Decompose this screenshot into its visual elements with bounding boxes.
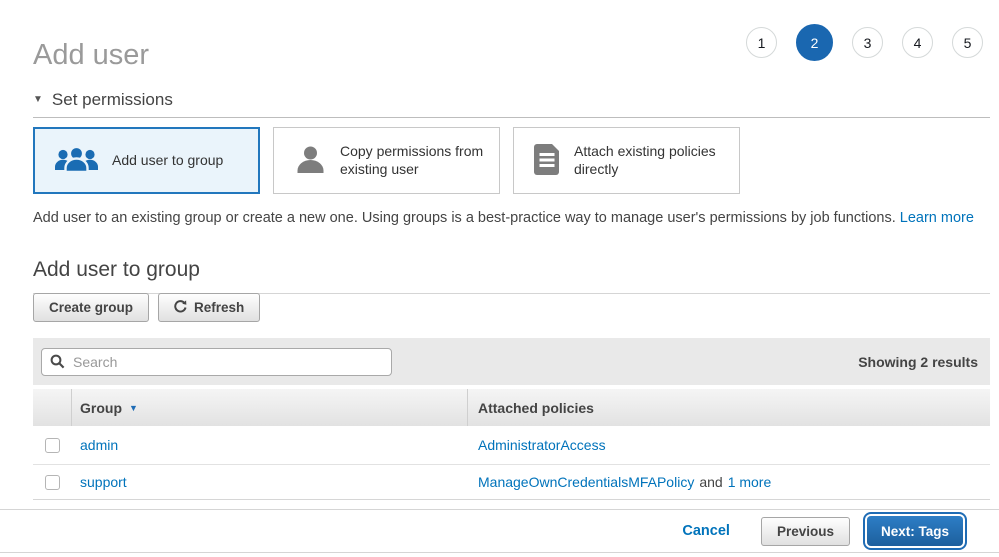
refresh-label: Refresh — [194, 300, 244, 315]
description-text: Add user to an existing group or create … — [33, 210, 896, 226]
policies-column-label: Attached policies — [478, 400, 594, 416]
row-checkbox[interactable] — [45, 475, 60, 490]
table-toolbar: Showing 2 results — [33, 338, 990, 385]
set-permissions-header[interactable]: ▼ Set permissions — [33, 90, 990, 118]
step-1[interactable]: 1 — [746, 27, 777, 58]
next-tags-button[interactable]: Next: Tags — [867, 516, 963, 546]
page-title: Add user — [33, 39, 149, 72]
set-permissions-title: Set permissions — [52, 90, 173, 110]
card-label: Attach existing policies directly — [574, 143, 729, 178]
column-header-group[interactable]: Group ▼ — [72, 389, 468, 426]
policy-link[interactable]: AdministratorAccess — [478, 437, 606, 453]
card-attach-policies[interactable]: Attach existing policies directly — [513, 127, 740, 194]
results-count: Showing 2 results — [858, 354, 978, 370]
step-2-active[interactable]: 2 — [796, 24, 833, 61]
policy-link[interactable]: ManageOwnCredentialsMFAPolicy — [478, 474, 694, 490]
user-group-icon — [54, 144, 99, 177]
group-column-label: Group — [80, 400, 122, 416]
more-policies-link[interactable]: 1 more — [728, 474, 772, 490]
refresh-button[interactable]: Refresh — [158, 293, 260, 322]
table-row: admin AdministratorAccess — [33, 426, 990, 465]
collapse-caret-icon: ▼ — [33, 95, 43, 105]
wizard-footer: Cancel Previous Next: Tags — [0, 509, 999, 553]
card-label: Add user to group — [112, 152, 223, 170]
search-input[interactable] — [71, 353, 383, 371]
groups-table: Showing 2 results Group ▼ Attached polic… — [33, 338, 990, 500]
create-group-label: Create group — [49, 300, 133, 315]
row-checkbox[interactable] — [45, 438, 60, 453]
previous-button[interactable]: Previous — [761, 517, 850, 546]
step-5[interactable]: 5 — [952, 27, 983, 58]
sort-descending-icon: ▼ — [129, 403, 138, 413]
policy-suffix: and — [699, 474, 722, 490]
learn-more-link[interactable]: Learn more — [900, 210, 974, 226]
wizard-step-indicator: 1 2 3 4 5 — [746, 24, 983, 61]
step-3[interactable]: 3 — [852, 27, 883, 58]
table-row: support ManageOwnCredentialsMFAPolicy an… — [33, 465, 990, 500]
step-4[interactable]: 4 — [902, 27, 933, 58]
search-box[interactable] — [41, 348, 392, 376]
card-label: Copy permissions from existing user — [340, 143, 489, 178]
create-group-button[interactable]: Create group — [33, 293, 149, 322]
group-actions: Create group Refresh — [33, 293, 260, 322]
group-link[interactable]: admin — [80, 437, 118, 453]
add-user-to-group-heading: Add user to group — [33, 258, 990, 294]
document-icon — [534, 144, 561, 178]
card-copy-permissions[interactable]: Copy permissions from existing user — [273, 127, 500, 194]
cancel-button[interactable]: Cancel — [682, 523, 730, 539]
previous-label: Previous — [777, 524, 834, 539]
table-header-row: Group ▼ Attached policies — [33, 389, 990, 426]
refresh-icon — [174, 300, 187, 316]
header-checkbox-column — [33, 389, 72, 426]
column-header-policies: Attached policies — [468, 389, 990, 426]
user-icon — [294, 144, 327, 178]
permission-option-cards: Add user to group Copy permissions from … — [33, 127, 740, 194]
section-description: Add user to an existing group or create … — [33, 210, 990, 226]
card-add-user-to-group[interactable]: Add user to group — [33, 127, 260, 194]
magnifier-icon — [50, 354, 65, 369]
group-link[interactable]: support — [80, 474, 127, 490]
